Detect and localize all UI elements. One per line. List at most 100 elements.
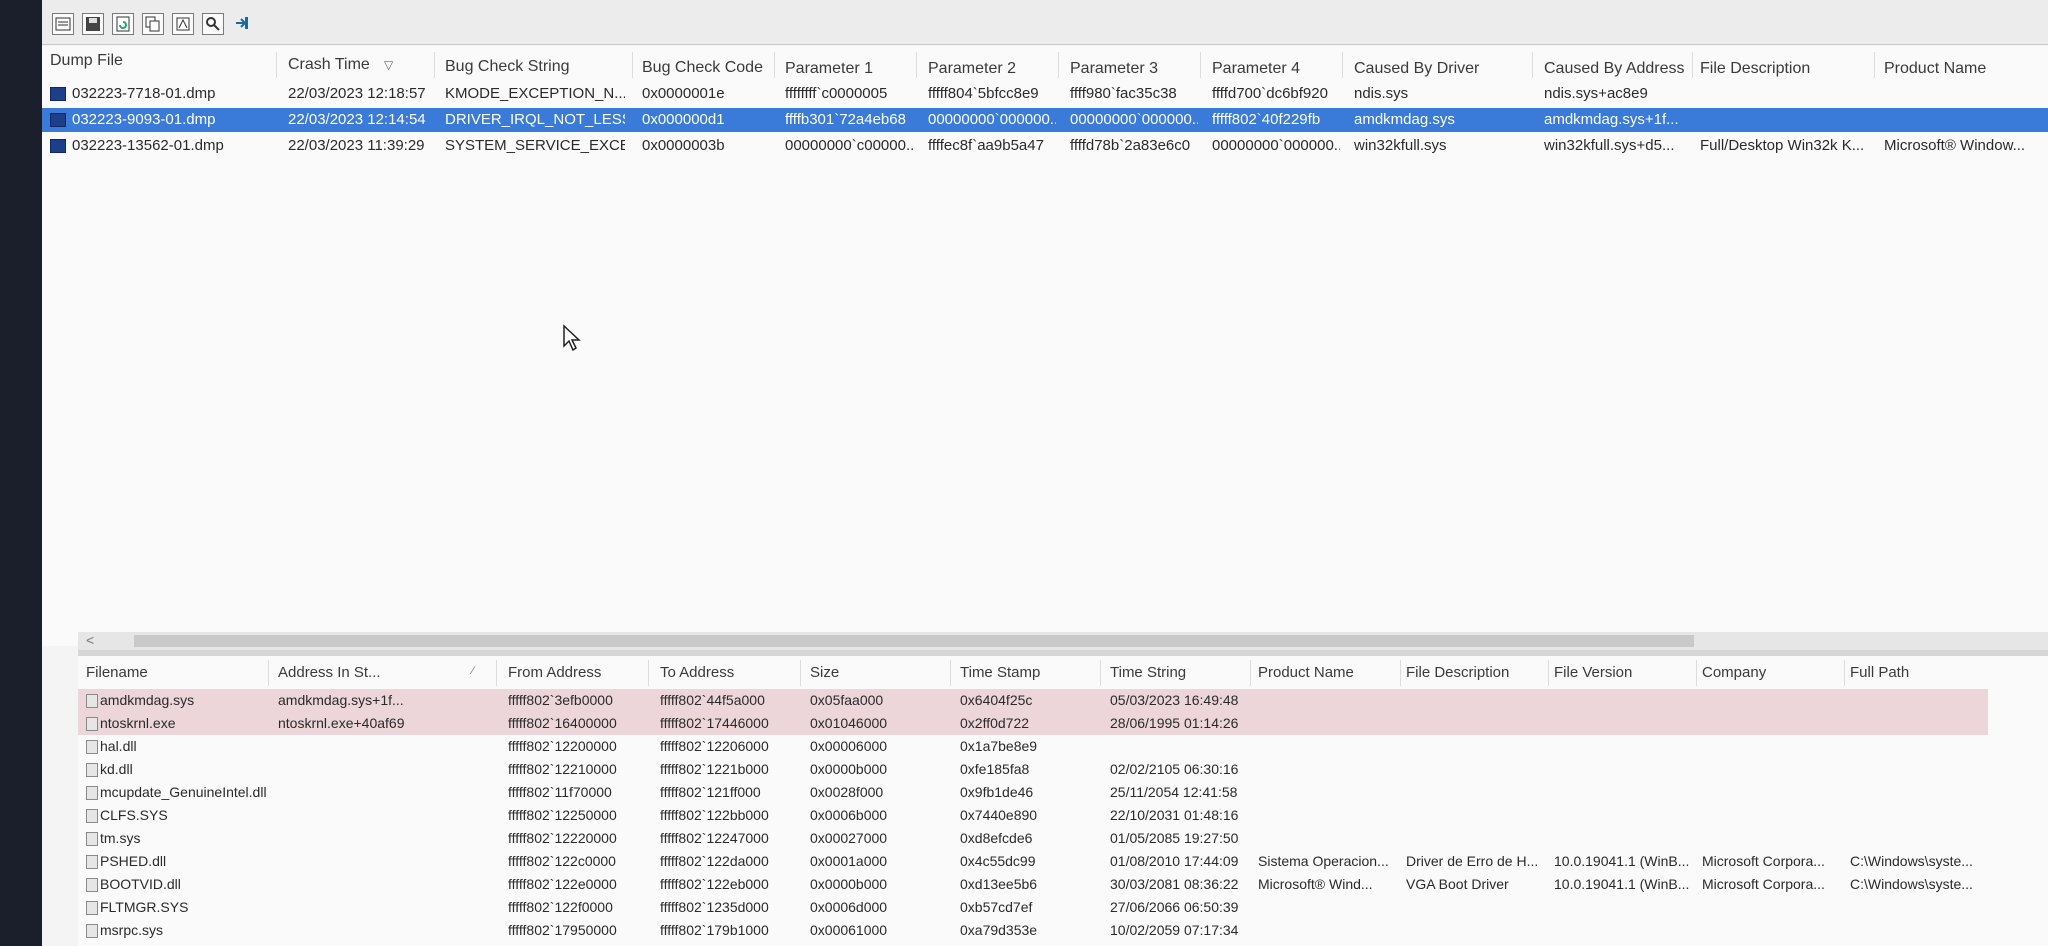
driver-row[interactable]: BOOTVID.dll fffff802`122e0000 fffff802`1… <box>78 873 1988 896</box>
col-parameter-3[interactable]: Parameter 3 <box>1070 60 1170 84</box>
full-path: C:\Windows\syste... <box>1850 853 1973 869</box>
size: 0x0001a000 <box>810 853 888 869</box>
crash-row[interactable]: 032223-13562-01.dmp 22/03/2023 11:39:29 … <box>42 134 2048 158</box>
driver-row[interactable]: CLFS.SYS fffff802`12250000 fffff802`122b… <box>78 804 1988 827</box>
scrollbar-thumb[interactable] <box>134 635 1694 647</box>
col-file-description[interactable]: File Description <box>1406 664 1536 688</box>
col-time-string[interactable]: Time String <box>1110 664 1220 688</box>
size: 0x0006b000 <box>810 807 888 823</box>
caused-by-address: amdkmdag.sys+1f... <box>1544 111 1679 128</box>
col-address-in-stack[interactable]: Address In St... <box>278 664 388 688</box>
parameter-2: fffff804`5bfcc8e9 <box>928 85 1039 102</box>
refresh-icon[interactable] <box>112 13 134 35</box>
copy-icon[interactable] <box>142 13 164 35</box>
crash-list: Dump File Crash Time ▽ Bug Check String … <box>42 46 2048 646</box>
to-address: fffff802`1221b000 <box>660 761 769 777</box>
time-stamp: 0xd8efcde6 <box>960 830 1033 846</box>
col-product-name[interactable]: Product Name <box>1884 60 2034 84</box>
time-string: 10/02/2059 07:17:34 <box>1110 922 1239 938</box>
driver-list: Filename Address In St... ⁄ From Address… <box>78 656 2048 946</box>
product-name: Microsoft® Window... <box>1884 137 2026 154</box>
from-address: fffff802`3efb0000 <box>508 692 613 708</box>
dump-file-name: 032223-13562-01.dmp <box>72 137 224 154</box>
col-filename[interactable]: Filename <box>86 664 236 688</box>
from-address: fffff802`12210000 <box>508 761 617 777</box>
col-size[interactable]: Size <box>810 664 910 688</box>
driver-filename: ntoskrnl.exe <box>100 715 176 731</box>
time-string: 22/10/2031 01:48:16 <box>1110 807 1239 823</box>
find-icon[interactable] <box>202 13 224 35</box>
parameter-1: 00000000`c00000... <box>785 137 913 154</box>
col-file-version[interactable]: File Version <box>1554 664 1684 688</box>
exit-icon[interactable] <box>232 13 254 35</box>
parameter-2: ffffec8f`aa9b5a47 <box>928 137 1044 154</box>
driver-row-highlighted[interactable]: amdkmdag.sys amdkmdag.sys+1f... fffff802… <box>78 689 1988 712</box>
col-dump-file[interactable]: Dump File <box>50 52 220 76</box>
file-description: Driver de Erro de H... <box>1406 853 1539 869</box>
from-address: fffff802`122e0000 <box>508 876 617 892</box>
col-full-path[interactable]: Full Path <box>1850 664 1980 688</box>
properties-icon[interactable] <box>52 13 74 35</box>
time-stamp: 0xa79d353e <box>960 922 1038 938</box>
driver-row[interactable]: PSHED.dll fffff802`122c0000 fffff802`122… <box>78 850 1988 873</box>
horizontal-scrollbar[interactable]: < <box>78 632 2048 650</box>
col-caused-by-address[interactable]: Caused By Address <box>1544 60 1694 84</box>
col-parameter-1[interactable]: Parameter 1 <box>785 60 885 84</box>
crash-row[interactable]: 032223-7718-01.dmp 22/03/2023 12:18:57 K… <box>42 82 2048 106</box>
col-product-name[interactable]: Product Name <box>1258 664 1388 688</box>
file-icon <box>86 924 98 938</box>
crash-time: 22/03/2023 12:14:54 <box>288 111 426 128</box>
time-stamp: 0xfe185fa8 <box>960 761 1030 777</box>
file-icon <box>86 878 98 892</box>
col-to-address[interactable]: To Address <box>660 664 770 688</box>
dump-file-icon <box>50 87 66 101</box>
time-stamp: 0xb57cd7ef <box>960 899 1033 915</box>
col-parameter-4[interactable]: Parameter 4 <box>1212 60 1312 84</box>
parameter-4: ffffd700`dc6bf920 <box>1212 85 1328 102</box>
driver-row-highlighted[interactable]: ntoskrnl.exe ntoskrnl.exe+40af69 fffff80… <box>78 712 1988 735</box>
driver-row[interactable]: FLTMGR.SYS fffff802`122f0000 fffff802`12… <box>78 896 1988 919</box>
to-address: fffff802`122da000 <box>660 853 769 869</box>
col-company[interactable]: Company <box>1702 664 1832 688</box>
driver-row[interactable]: msrpc.sys fffff802`17950000 fffff802`179… <box>78 919 1988 942</box>
scroll-left-icon[interactable]: < <box>86 632 94 648</box>
full-path: C:\Windows\syste... <box>1850 876 1973 892</box>
file-icon <box>86 717 98 731</box>
to-address: fffff802`179b1000 <box>660 922 769 938</box>
col-file-description[interactable]: File Description <box>1700 60 1860 84</box>
report-icon[interactable] <box>172 13 194 35</box>
file-icon <box>86 832 98 846</box>
from-address: fffff802`122c0000 <box>508 853 616 869</box>
time-string: 05/03/2023 16:49:48 <box>1110 692 1239 708</box>
col-bug-check-code[interactable]: Bug Check Code <box>642 59 772 83</box>
from-address: fffff802`12250000 <box>508 807 617 823</box>
driver-filename: BOOTVID.dll <box>100 876 181 892</box>
driver-row[interactable]: mcupdate_GenuineIntel.dll fffff802`11f70… <box>78 781 1988 804</box>
col-time-stamp[interactable]: Time Stamp <box>960 664 1070 688</box>
col-bug-check-string[interactable]: Bug Check String <box>445 58 595 82</box>
save-icon[interactable] <box>82 13 104 35</box>
file-version: 10.0.19041.1 (WinB... <box>1554 853 1690 869</box>
col-from-address[interactable]: From Address <box>508 664 618 688</box>
time-stamp: 0x7440e890 <box>960 807 1038 823</box>
dump-file-name: 032223-7718-01.dmp <box>72 85 216 102</box>
company: Microsoft Corpora... <box>1702 853 1825 869</box>
size: 0x0028f000 <box>810 784 884 800</box>
col-caused-by-driver[interactable]: Caused By Driver <box>1354 60 1514 84</box>
driver-list-header: Filename Address In St... ⁄ From Address… <box>78 656 2048 686</box>
dump-file-name: 032223-9093-01.dmp <box>72 111 216 128</box>
parameter-4: 00000000`000000... <box>1212 137 1340 154</box>
col-parameter-2[interactable]: Parameter 2 <box>928 60 1028 84</box>
address-in-stack: ntoskrnl.exe+40af69 <box>278 715 405 731</box>
col-crash-time[interactable]: Crash Time <box>288 56 386 80</box>
from-address: fffff802`16400000 <box>508 715 617 731</box>
crash-row-selected[interactable]: 032223-9093-01.dmp 22/03/2023 12:14:54 D… <box>42 108 2048 132</box>
driver-row[interactable]: kd.dll fffff802`12210000 fffff802`1221b0… <box>78 758 1988 781</box>
driver-filename: hal.dll <box>100 738 137 754</box>
size: 0x0006d000 <box>810 899 888 915</box>
caused-by-address: win32kfull.sys+d5... <box>1544 137 1675 154</box>
driver-filename: mcupdate_GenuineIntel.dll <box>100 784 267 800</box>
driver-row[interactable]: tm.sys fffff802`12220000 fffff802`122470… <box>78 827 1988 850</box>
driver-row[interactable]: hal.dll fffff802`12200000 fffff802`12206… <box>78 735 1988 758</box>
size: 0x00006000 <box>810 738 888 754</box>
